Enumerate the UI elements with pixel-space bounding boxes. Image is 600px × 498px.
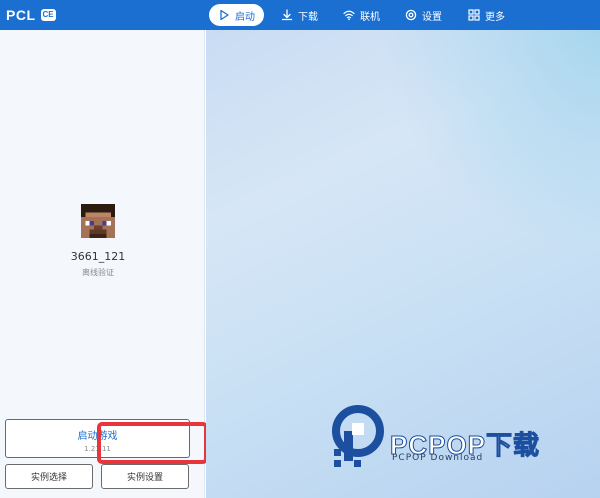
watermark-logo <box>332 405 384 467</box>
tab-multiplayer[interactable]: 联机 <box>334 4 389 26</box>
play-icon <box>220 9 229 21</box>
watermark-subtitle: PCPOP Download <box>392 453 484 463</box>
username: 3661_121 <box>70 250 126 263</box>
instance-settings-label: 实例设置 <box>126 473 163 483</box>
launch-version: 1.21.11 <box>84 445 111 453</box>
tab-more-label: 更多 <box>485 11 505 23</box>
sidebar: 3661_121 离线验证 启动游戏 1.21.11 实例选择 实例设置 <box>0 30 205 498</box>
instance-select-button[interactable]: 实例选择 <box>5 464 93 489</box>
tab-multiplayer-label: 联机 <box>360 11 380 23</box>
instance-select-label: 实例选择 <box>30 473 67 483</box>
download-icon <box>281 9 293 21</box>
title-bar: PCL CE 启动 下载 联机 设置 更多 <box>0 0 600 30</box>
launch-game-label: 启动游戏 <box>77 431 118 442</box>
launch-game-button[interactable]: 启动游戏 1.21.11 <box>5 419 190 458</box>
tab-more[interactable]: 更多 <box>459 4 514 26</box>
auth-type: 离线验证 <box>82 268 114 277</box>
app-badge: CE <box>40 9 56 21</box>
app-logo: PCL CE <box>6 6 56 24</box>
tab-download-label: 下载 <box>298 11 318 23</box>
instance-settings-button[interactable]: 实例设置 <box>101 464 189 489</box>
tab-settings[interactable]: 设置 <box>396 4 451 26</box>
player-avatar[interactable] <box>81 204 115 238</box>
tab-launch[interactable]: 启动 <box>209 4 264 26</box>
tab-launch-label: 启动 <box>235 11 255 23</box>
tab-download[interactable]: 下载 <box>272 4 327 26</box>
tab-settings-label: 设置 <box>422 11 442 23</box>
grid-icon <box>468 9 480 21</box>
watermark: PCPOP下载 PCPOP Download <box>330 405 600 470</box>
gear-icon <box>405 9 417 21</box>
wifi-icon <box>343 10 355 21</box>
app-name: PCL <box>6 7 36 23</box>
